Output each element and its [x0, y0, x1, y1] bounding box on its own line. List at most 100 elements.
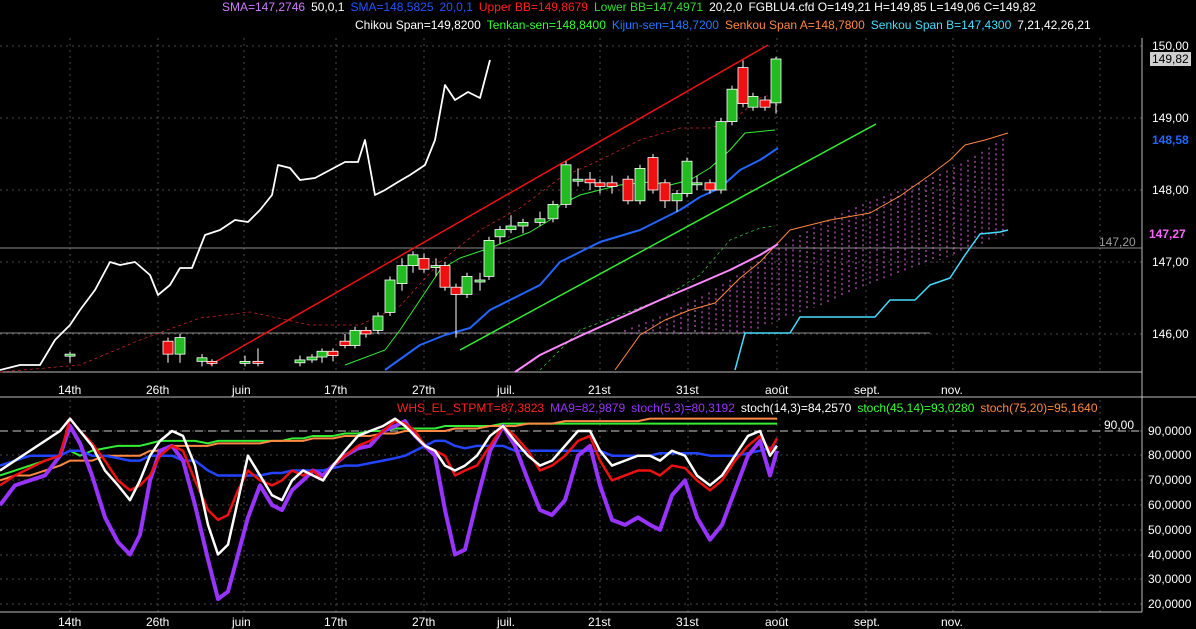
date-label-top: 14th [58, 383, 82, 397]
oscillator-tick-label: 50,0000 [1148, 523, 1192, 537]
indicator-value: 7,21,42,26,21 [1017, 18, 1091, 32]
candle-bullish [372, 315, 384, 331]
indicator-value: 20,2,0 [709, 0, 743, 14]
candle-bullish [306, 356, 318, 361]
candle-bearish [606, 182, 618, 187]
candle-bullish [747, 96, 759, 108]
candle-bearish [737, 67, 749, 104]
date-label-bottom: 27th [412, 615, 436, 629]
candle-bearish [450, 286, 462, 295]
sma50-line [514, 243, 779, 373]
indicator-value: stoch(14,3)=84,2570 [740, 401, 852, 415]
candle-bullish [407, 254, 419, 267]
date-label-top: juil. [497, 383, 516, 397]
indicator-header-ichimoku: Chikou Span=149,8200 Tenkan-sen=148,8400 K… [355, 18, 1097, 32]
candle-bullish [715, 121, 727, 191]
candle-bullish [239, 360, 251, 364]
candle-bullish [681, 160, 693, 194]
candle-bullish [174, 337, 186, 355]
indicator-value: Senkou Span A=148,7800 [724, 18, 865, 32]
candle-bullish [505, 225, 517, 230]
candle-bullish [494, 229, 506, 238]
indicator-value: FGBLU4.cfd O=149,21 H=149,85 L=149,06 C=… [748, 0, 1036, 14]
date-label-top: 31st [676, 383, 699, 397]
oscillator-header: WHS_EL_STPMT=87,3823 MA9=82,9879 stoch(5,3… [397, 401, 1104, 415]
candle-bullish [691, 182, 703, 186]
indicator-value: Chikou Span=149,8200 [355, 18, 481, 32]
candle-bullish [430, 265, 442, 269]
date-label-top: 17th [324, 383, 348, 397]
bollinger-upper-line [0, 94, 771, 373]
oscillator-tick-label: 30,0000 [1148, 572, 1192, 586]
candle-bullish [726, 88, 738, 122]
candle-bullish [294, 359, 306, 364]
kijun-price-tag: 148,58 [1152, 133, 1189, 147]
oscillator-tick-label: 40,0000 [1148, 548, 1192, 562]
date-label-top: juin [232, 383, 251, 397]
last-price-tag: 149,82 [1150, 52, 1191, 66]
date-label-bottom: 31st [676, 615, 699, 629]
candle-bearish [439, 265, 451, 288]
candle-bearish [759, 99, 771, 108]
indicator-value: stoch(45,14)=93,0280 [857, 401, 975, 415]
candle-bearish [659, 182, 671, 202]
candle-bearish [418, 257, 430, 270]
candle-bearish [594, 182, 606, 187]
indicator-value: WHS_EL_STPMT=87,3823 [397, 401, 545, 415]
candle-bullish [534, 218, 546, 223]
candle-bullish [64, 353, 76, 357]
senkou-span-b-line [734, 229, 1009, 371]
indicator-header-top: SMA=147,2746 50,0,1 SMA=148,5825 20,0,1 Uppe… [222, 0, 1042, 14]
candle-bullish [474, 279, 486, 283]
indicator-value: Lower BB=147,4971 [593, 0, 704, 14]
candle-bullish [461, 275, 473, 295]
candle-bearish [622, 178, 634, 202]
candle-bearish [206, 360, 218, 364]
price-tick-label: 148,00 [1152, 183, 1189, 197]
date-label-bottom: 21st [588, 615, 611, 629]
oscillator-tick-label: 80,0000 [1148, 448, 1192, 462]
date-label-top: nov. [941, 383, 963, 397]
candle-bullish [349, 329, 361, 346]
indicator-value: Upper BB=149,8679 [478, 0, 588, 14]
date-label-top: 21st [588, 383, 611, 397]
indicator-value: stoch(5,3)=80,3192 [631, 401, 735, 415]
price-tick-label: 150,00 [1152, 39, 1189, 53]
price-tick-label: 147,00 [1152, 255, 1189, 269]
indicator-value: Senkou Span B=147,4300 [870, 18, 1012, 32]
indicator-value: Tenkan-sen=148,8400 [486, 18, 606, 32]
price-tick-label: 146,00 [1152, 327, 1189, 341]
date-label-bottom: 14th [58, 615, 82, 629]
candle-bearish [360, 329, 372, 335]
trend-channel-lower [459, 123, 877, 351]
horizontal-line-tag: 147,20 [1099, 235, 1136, 249]
stoch-14-3-line [0, 417, 779, 556]
date-label-top: sept. [854, 383, 881, 397]
date-label-bottom: août [765, 615, 789, 629]
chikou-span-line [0, 59, 491, 371]
candle-bullish [384, 279, 396, 313]
indicator-value: Kijun-sen=148,7200 [611, 18, 719, 32]
date-label-top: 27th [412, 383, 436, 397]
senkou-b-price-tag: 147,27 [1149, 227, 1186, 241]
candle-bearish [584, 178, 596, 184]
oscillator-tick-label: 20,0000 [1148, 597, 1192, 611]
chart-canvas[interactable] [0, 0, 1196, 629]
date-label-top: 26th [146, 383, 170, 397]
oscillator-level-tag: 90,00 [1104, 418, 1135, 432]
date-label-bottom: juil. [497, 615, 516, 629]
candle-bullish [671, 193, 683, 202]
oscillator-tick-label: 70,0000 [1148, 473, 1192, 487]
candle-bearish [252, 360, 264, 364]
candle-bearish [339, 340, 351, 346]
oscillator-tick-label: 90,0000 [1148, 424, 1192, 438]
candle-bearish [327, 350, 339, 356]
candle-bullish [560, 164, 572, 205]
date-label-top: août [765, 383, 789, 397]
candle-bullish [483, 239, 495, 277]
date-label-bottom: 26th [146, 615, 170, 629]
candle-bullish [572, 178, 584, 182]
candle-bullish [547, 203, 559, 220]
candle-bearish [162, 340, 174, 355]
indicator-value: SMA=147,2746 [222, 0, 306, 14]
